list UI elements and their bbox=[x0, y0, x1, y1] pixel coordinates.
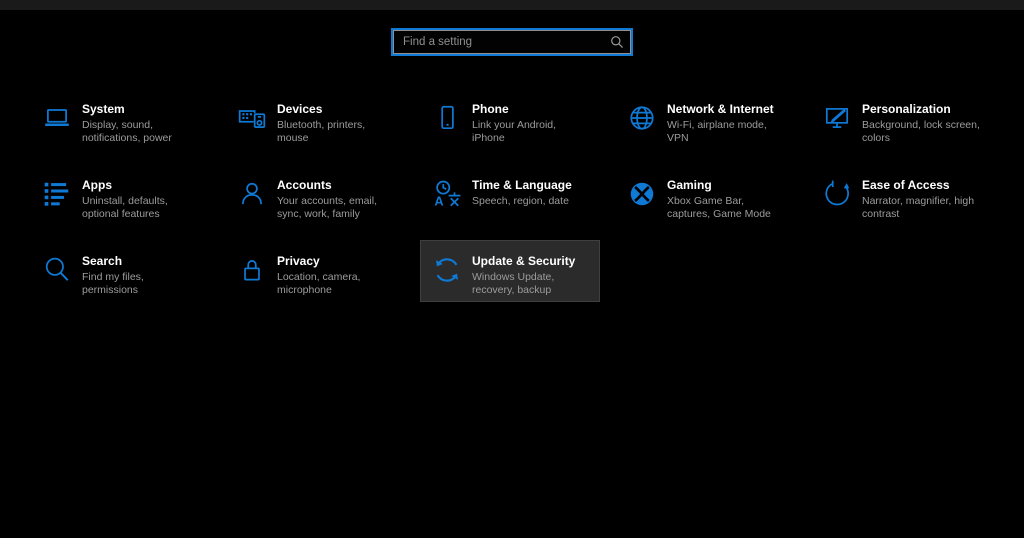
tile-apps[interactable]: Apps Uninstall, defaults, optional featu… bbox=[30, 164, 210, 226]
tile-personalization[interactable]: Personalization Background, lock screen,… bbox=[810, 88, 990, 150]
tile-search[interactable]: Search Find my files, permissions bbox=[30, 240, 210, 302]
tile-privacy[interactable]: Privacy Location, camera, microphone bbox=[225, 240, 405, 302]
tile-title: Search bbox=[82, 254, 123, 268]
tile-subtitle: Wi-Fi, airplane mode, VPN bbox=[667, 119, 767, 144]
tile-title: Phone bbox=[472, 102, 509, 116]
phone-icon bbox=[432, 103, 462, 133]
tile-subtitle: Link your Android, iPhone bbox=[472, 119, 557, 144]
ease-of-access-icon bbox=[822, 179, 852, 209]
tile-subtitle: Display, sound, notifications, power bbox=[82, 119, 172, 144]
tile-subtitle: Speech, region, date bbox=[472, 195, 569, 207]
tile-title: Personalization bbox=[862, 102, 951, 116]
sync-icon bbox=[432, 255, 462, 285]
person-icon bbox=[237, 179, 267, 209]
tile-subtitle: Find my files, permissions bbox=[82, 271, 144, 296]
tile-subtitle: Location, camera, microphone bbox=[277, 271, 361, 296]
svg-text:A: A bbox=[434, 193, 443, 208]
tile-time-language[interactable]: A Time & Language Speech, region, date bbox=[420, 164, 600, 226]
apps-list-icon bbox=[42, 179, 72, 209]
tile-title: Network & Internet bbox=[667, 102, 774, 116]
tile-subtitle: Windows Update, recovery, backup bbox=[472, 271, 555, 296]
tile-title: Ease of Access bbox=[862, 178, 950, 192]
title-bar bbox=[0, 0, 1024, 10]
tile-subtitle: Uninstall, defaults, optional features bbox=[82, 195, 168, 220]
tile-subtitle: Bluetooth, printers, mouse bbox=[277, 119, 366, 144]
xbox-icon bbox=[627, 179, 657, 209]
search-box-inner bbox=[393, 30, 631, 54]
tile-title: Devices bbox=[277, 102, 323, 116]
tile-title: Apps bbox=[82, 178, 112, 192]
tile-gaming[interactable]: Gaming Xbox Game Bar, captures, Game Mod… bbox=[615, 164, 795, 226]
tile-title: System bbox=[82, 102, 125, 116]
tile-network-internet[interactable]: Network & Internet Wi-Fi, airplane mode,… bbox=[615, 88, 795, 150]
tile-phone[interactable]: Phone Link your Android, iPhone bbox=[420, 88, 600, 150]
settings-tile-grid: System Display, sound, notifications, po… bbox=[30, 88, 990, 302]
tile-update-security[interactable]: Update & Security Windows Update, recove… bbox=[420, 240, 600, 302]
devices-icon bbox=[237, 103, 267, 133]
tile-subtitle: Background, lock screen, colors bbox=[862, 119, 980, 144]
globe-icon bbox=[627, 103, 657, 133]
tile-devices[interactable]: Devices Bluetooth, printers, mouse bbox=[225, 88, 405, 150]
personalization-icon bbox=[822, 103, 852, 133]
tile-subtitle: Xbox Game Bar, captures, Game Mode bbox=[667, 195, 771, 220]
tile-title: Gaming bbox=[667, 178, 712, 192]
tile-title: Time & Language bbox=[472, 178, 572, 192]
search-icon[interactable] bbox=[610, 35, 624, 49]
search-input[interactable] bbox=[394, 31, 630, 53]
tile-title: Update & Security bbox=[472, 254, 576, 268]
lock-icon bbox=[237, 255, 267, 285]
magnifier-icon bbox=[42, 255, 72, 285]
search-box[interactable] bbox=[391, 28, 633, 56]
tile-subtitle: Your accounts, email, sync, work, family bbox=[277, 195, 378, 220]
tile-system[interactable]: System Display, sound, notifications, po… bbox=[30, 88, 210, 150]
laptop-icon bbox=[42, 103, 72, 133]
time-language-icon: A bbox=[432, 179, 462, 209]
tile-title: Accounts bbox=[277, 178, 332, 192]
tile-accounts[interactable]: Accounts Your accounts, email, sync, wor… bbox=[225, 164, 405, 226]
tile-title: Privacy bbox=[277, 254, 320, 268]
tile-subtitle: Narrator, magnifier, high contrast bbox=[862, 195, 975, 220]
tile-ease-of-access[interactable]: Ease of Access Narrator, magnifier, high… bbox=[810, 164, 990, 226]
